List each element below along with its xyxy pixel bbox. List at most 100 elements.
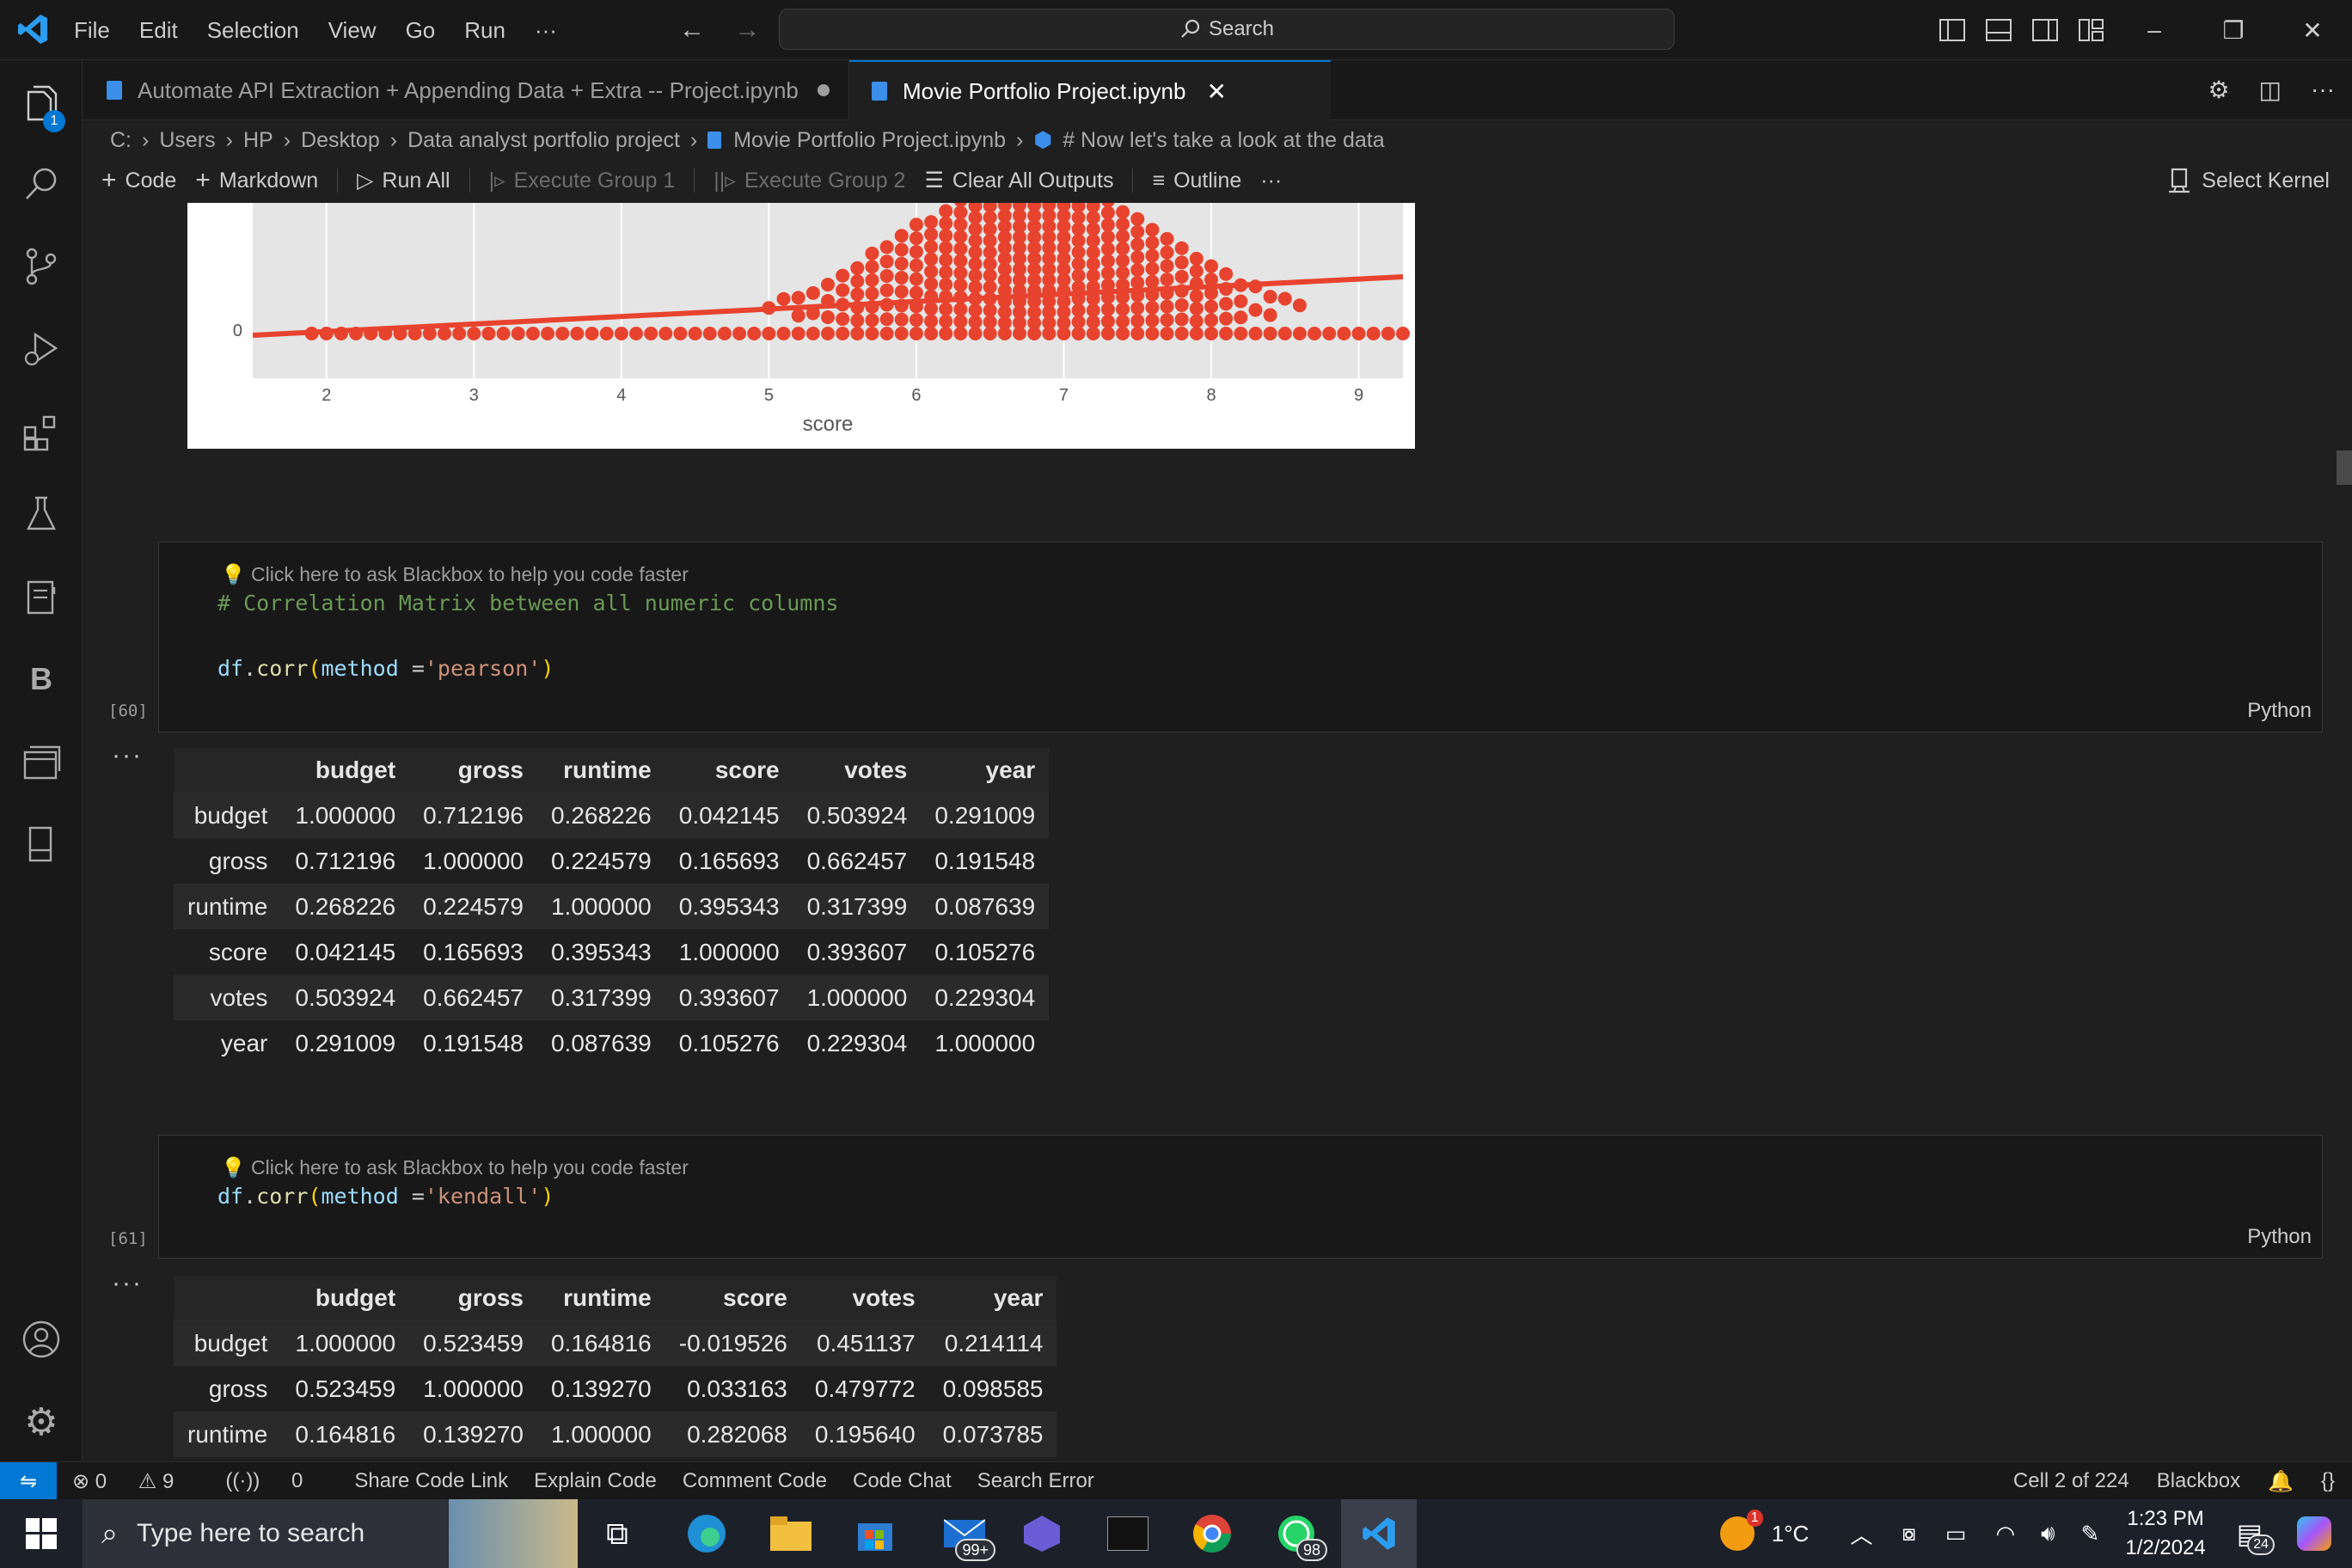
code-chat-button[interactable]: Code Chat <box>853 1469 952 1493</box>
code-line-corr[interactable]: df.corr(method ='pearson') <box>217 656 554 681</box>
menu-edit[interactable]: Edit <box>139 17 178 44</box>
close-tab-icon[interactable]: ✕ <box>1206 77 1226 106</box>
wifi-icon[interactable]: ◠ <box>1995 1521 2015 1547</box>
task-view-icon[interactable]: ⧉ <box>590 1506 645 1561</box>
search-error-button[interactable]: Search Error <box>977 1469 1094 1493</box>
command-center-search[interactable]: Search <box>779 9 1675 50</box>
blackbox-icon[interactable]: B <box>0 645 83 714</box>
extensions-icon[interactable] <box>0 397 83 466</box>
crumb-hp[interactable]: HP <box>243 128 273 153</box>
split-editor-icon[interactable]: ◫ <box>2259 76 2282 104</box>
cell-position[interactable]: Cell 2 of 224 <box>2013 1469 2129 1493</box>
volume-icon[interactable]: 🔊︎ <box>2041 1520 2055 1547</box>
menu-more[interactable]: ··· <box>535 17 557 44</box>
crumb-folder[interactable]: Data analyst portfolio project <box>407 128 680 153</box>
notification-center-icon[interactable]: ▤ 24 <box>2237 1517 2275 1555</box>
clock[interactable]: 1:23 PM 1/2/2024 <box>2125 1504 2205 1563</box>
comment-code-button[interactable]: Comment Code <box>683 1469 827 1493</box>
windows-start-icon[interactable] <box>14 1506 69 1561</box>
close-window-icon[interactable]: ✕ <box>2273 16 2352 45</box>
tab-automate-api[interactable]: Automate API Extraction + Appending Data… <box>83 60 849 120</box>
code-cell-61[interactable]: 💡 Click here to ask Blackbox to help you… <box>158 1135 2323 1259</box>
settings-gear-icon[interactable]: ⚙ <box>0 1387 83 1456</box>
battery-icon[interactable]: ▭ <box>1945 1521 1967 1547</box>
menu-file[interactable]: File <box>74 17 110 44</box>
vscode-taskbar-icon[interactable] <box>1341 1499 1417 1568</box>
explorer-icon[interactable]: 1 <box>0 69 83 138</box>
menu-view[interactable]: View <box>328 17 377 44</box>
edge-browser-icon[interactable] <box>679 1506 734 1561</box>
testing-flask-icon[interactable] <box>0 480 83 548</box>
code-line-corr[interactable]: df.corr(method ='kendall') <box>217 1184 554 1209</box>
menu-selection[interactable]: Selection <box>207 17 299 44</box>
remote-indicator-icon[interactable]: ⇋ <box>0 1462 57 1500</box>
whatsapp-icon[interactable]: 98 <box>1269 1506 1327 1561</box>
pen-icon[interactable]: ✎ <box>2081 1521 2100 1547</box>
copilot-icon[interactable] <box>2297 1516 2331 1551</box>
cell-language-label[interactable]: Python <box>2247 1225 2312 1249</box>
notebook-icon[interactable] <box>0 562 83 631</box>
chevron-up-icon[interactable]: ︿ <box>1850 1518 1872 1550</box>
chrome-icon[interactable] <box>1185 1506 1240 1561</box>
feedback-icon[interactable]: {} <box>2321 1469 2335 1493</box>
crumb-file[interactable]: Movie Portfolio Project.ipynb <box>733 128 1006 153</box>
output-more-icon[interactable]: ··· <box>112 1269 143 1298</box>
remote-explorer-icon[interactable] <box>0 727 83 796</box>
table-cell: 0.164816 <box>281 1412 410 1457</box>
tab-movie-portfolio[interactable]: Movie Portfolio Project.ipynb ✕ <box>849 60 1331 120</box>
search-icon[interactable] <box>0 150 83 218</box>
code-line-comment[interactable]: # Correlation Matrix between all numeric… <box>217 591 838 616</box>
unsaved-dot-icon[interactable] <box>817 84 830 96</box>
crumb-users[interactable]: Users <box>159 128 215 153</box>
menu-go[interactable]: Go <box>406 17 436 44</box>
restore-icon[interactable]: ❐ <box>2194 16 2273 45</box>
explain-code-button[interactable]: Explain Code <box>534 1469 657 1493</box>
taskbar-search-box[interactable]: ⌕ Type here to search <box>83 1499 578 1568</box>
run-debug-icon[interactable] <box>0 315 83 383</box>
notifications-bell-icon[interactable]: 🔔 <box>2268 1469 2294 1494</box>
blackbox-status[interactable]: Blackbox <box>2157 1469 2240 1493</box>
customize-layout-icon[interactable] <box>2068 19 2115 41</box>
code-cell-60[interactable]: 💡 Click here to ask Blackbox to help you… <box>158 542 2323 732</box>
run-all-button[interactable]: ▷ Run All <box>357 168 450 193</box>
toolbar-more-button[interactable]: ··· <box>1260 168 1282 193</box>
crumb-drive[interactable]: C: <box>110 128 132 153</box>
temperature[interactable]: 1°C <box>1772 1521 1810 1547</box>
menu-run[interactable]: Run <box>464 17 505 44</box>
meet-now-icon[interactable]: ⧇ <box>1902 1520 1916 1547</box>
select-kernel-button[interactable]: Select Kernel <box>2167 162 2330 199</box>
problems-indicator[interactable]: ⊗ 0 ⚠ 9 <box>72 1469 199 1494</box>
weather-icon[interactable]: 1 <box>1719 1510 1763 1551</box>
cell-language-label[interactable]: Python <box>2247 699 2312 723</box>
toggle-panel-icon[interactable] <box>1975 19 2022 41</box>
forward-arrow-icon[interactable]: → <box>734 15 760 44</box>
add-code-cell-button[interactable]: + Code <box>101 166 176 195</box>
back-arrow-icon[interactable]: ← <box>679 15 705 44</box>
device-icon[interactable] <box>0 810 83 879</box>
more-actions-icon[interactable]: ··· <box>2311 76 2335 104</box>
share-code-link-button[interactable]: Share Code Link <box>354 1469 508 1493</box>
clear-all-outputs-button[interactable]: ☰ Clear All Outputs <box>924 168 1113 193</box>
microsoft-store-icon[interactable] <box>848 1506 903 1561</box>
toggle-primary-sidebar-icon[interactable] <box>1929 19 1975 41</box>
execute-group-2-button[interactable]: ||▹ Execute Group 2 <box>714 168 905 193</box>
ports-indicator[interactable]: ((·)) 0 <box>225 1469 328 1493</box>
toggle-secondary-sidebar-icon[interactable] <box>2022 19 2068 41</box>
scrollbar-thumb[interactable] <box>2337 450 2352 485</box>
blackbox-hint[interactable]: 💡 Click here to ask Blackbox to help you… <box>221 1156 689 1179</box>
blackbox-hint[interactable]: 💡 Click here to ask Blackbox to help you… <box>221 563 689 586</box>
output-more-icon[interactable]: ··· <box>112 741 143 770</box>
terminal-icon[interactable] <box>1100 1506 1155 1561</box>
add-markdown-cell-button[interactable]: + Markdown <box>195 166 318 195</box>
mail-icon[interactable]: 99+ <box>937 1506 995 1561</box>
minimize-icon[interactable]: – <box>2115 16 2194 44</box>
file-explorer-icon[interactable] <box>763 1506 818 1561</box>
notebook-settings-icon[interactable]: ⚙ <box>2208 76 2229 104</box>
copilot-app-icon[interactable] <box>1014 1506 1069 1561</box>
execute-group-1-button[interactable]: |▹ Execute Group 1 <box>489 168 676 193</box>
source-control-icon[interactable] <box>0 232 83 301</box>
accounts-icon[interactable] <box>0 1305 83 1374</box>
crumb-heading[interactable]: # Now let's take a look at the data <box>1063 128 1384 153</box>
outline-button[interactable]: ≡ Outline <box>1152 168 1241 193</box>
crumb-desktop[interactable]: Desktop <box>301 128 380 153</box>
